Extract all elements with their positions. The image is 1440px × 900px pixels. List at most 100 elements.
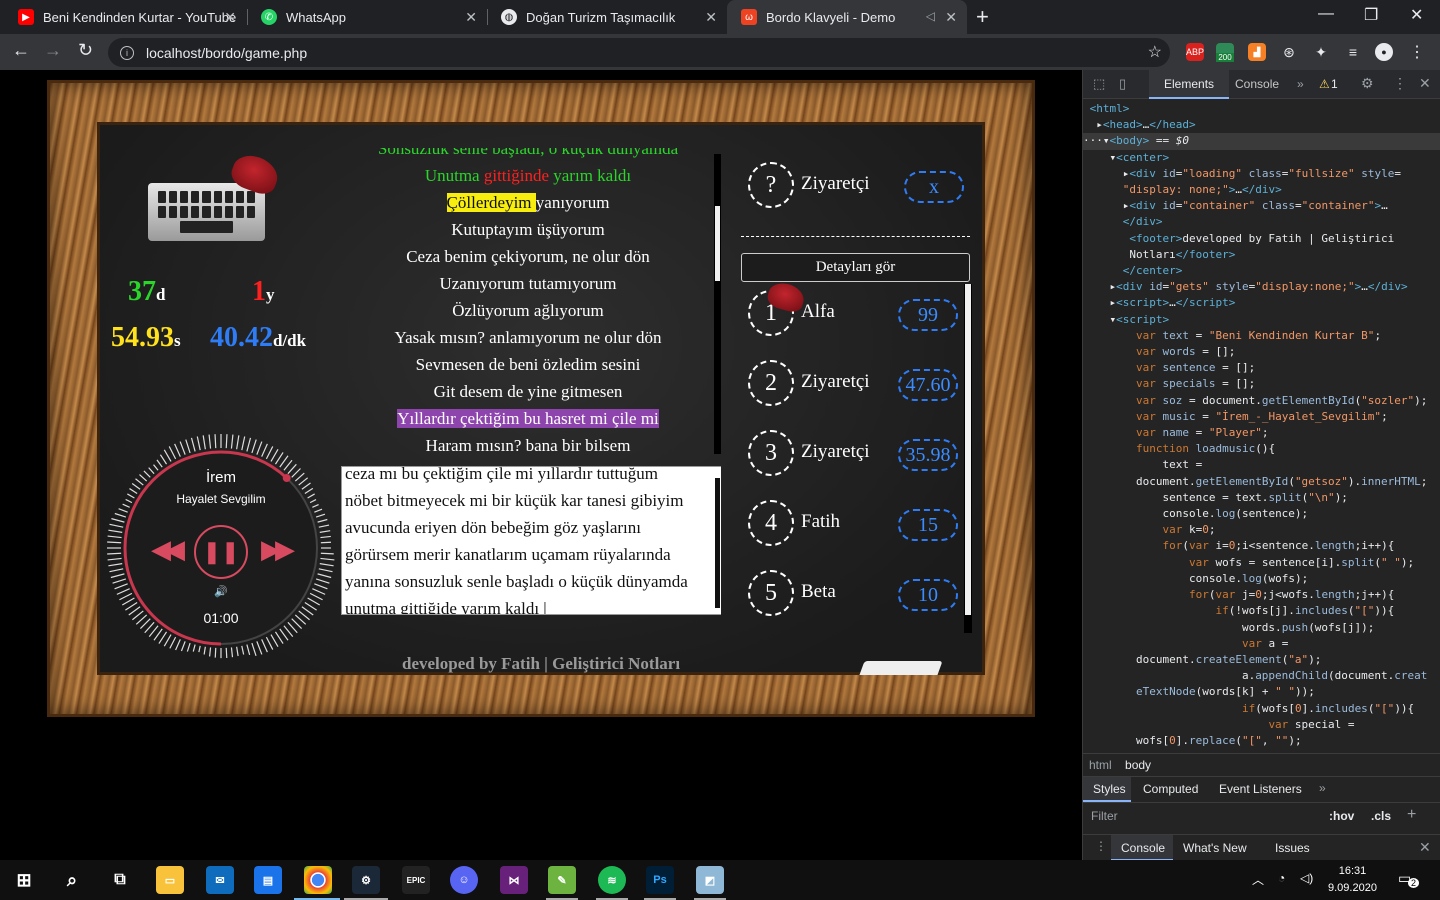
site-info-icon[interactable]: i bbox=[120, 45, 134, 60]
drawer-tab-whats-new[interactable]: What's New bbox=[1183, 841, 1247, 855]
mail-icon[interactable]: ✉ bbox=[206, 866, 234, 894]
tab-computed[interactable]: Computed bbox=[1143, 782, 1198, 796]
drawer-tab-issues[interactable]: Issues bbox=[1275, 841, 1310, 855]
system-clock[interactable]: 16:31 9.09.2020 bbox=[1328, 863, 1377, 897]
photoshop-icon[interactable]: Ps bbox=[646, 866, 674, 894]
notifications-icon[interactable]: ▭ 2 bbox=[1398, 870, 1420, 888]
epic-games-icon[interactable]: EPIC bbox=[402, 866, 430, 894]
tab-whatsapp[interactable]: ✆ WhatsApp ✕ bbox=[247, 0, 487, 34]
spotify-icon[interactable]: ≋ bbox=[598, 866, 626, 894]
inspect-element-icon[interactable]: ⬚ bbox=[1093, 76, 1105, 92]
lyric-line-active: Çöllerdeyim yanıyorum bbox=[446, 193, 610, 212]
lyrics-scroll-thumb[interactable] bbox=[715, 206, 720, 281]
app-window-icon[interactable]: ◩ bbox=[696, 866, 724, 894]
visual-studio-icon[interactable]: ⋈ bbox=[500, 866, 528, 894]
tab-styles[interactable]: Styles bbox=[1093, 782, 1126, 796]
tab-title: Bordo Klavyeli - Demo bbox=[766, 9, 896, 25]
devtools-menu-icon[interactable]: ⋮ bbox=[1393, 75, 1407, 92]
chrome-icon[interactable] bbox=[304, 866, 332, 894]
leaderboard-row: 4 Fatih 15 bbox=[748, 500, 968, 548]
browser-toolbar: ← → ↻ i localhost/bordo/game.php ☆ ABP 2… bbox=[0, 34, 1440, 70]
tab-youtube[interactable]: ▶ Beni Kendinden Kurtar - YouTube ✕ bbox=[4, 0, 246, 34]
address-bar[interactable]: i localhost/bordo/game.php ☆ bbox=[108, 38, 1170, 67]
clock-date: 9.09.2020 bbox=[1328, 882, 1377, 894]
reload-icon[interactable]: ↻ bbox=[78, 40, 93, 61]
windows-start-icon[interactable]: ⊞ bbox=[10, 866, 38, 894]
add-style-icon[interactable]: + bbox=[1407, 806, 1416, 824]
devtools-toolbar: ⬚ ▯ Elements Console » ⚠ 1 ⚙ ⋮ ✕ bbox=[1083, 70, 1440, 99]
close-icon[interactable]: ✕ bbox=[945, 9, 957, 26]
fast-forward-icon[interactable]: ▶▶ bbox=[261, 534, 295, 565]
close-icon[interactable]: ✕ bbox=[465, 9, 477, 26]
dom-tree[interactable]: <html> ▸<head>…</head> ···▾<body> == $0 … bbox=[1083, 99, 1440, 751]
typing-scroll-thumb[interactable] bbox=[715, 478, 720, 608]
steam-icon[interactable]: ⚙ bbox=[352, 866, 380, 894]
analytics-extension-icon[interactable]: ▟ bbox=[1248, 43, 1266, 61]
devtools-close-icon[interactable]: ✕ bbox=[1419, 75, 1431, 92]
whatsapp-icon: ✆ bbox=[261, 9, 277, 25]
drawer-menu-icon[interactable]: ⋮ bbox=[1095, 839, 1107, 853]
back-icon[interactable]: ← bbox=[12, 40, 30, 61]
details-button[interactable]: Detayları gör bbox=[741, 253, 970, 282]
file-explorer-icon[interactable]: ▭ bbox=[156, 866, 184, 894]
browser-menu-icon[interactable]: ⋮ bbox=[1408, 43, 1426, 61]
volume-tray-icon[interactable]: ◁) bbox=[1300, 871, 1313, 885]
elapsed-time: 54.93s bbox=[111, 322, 181, 353]
bookmark-star-icon[interactable]: ☆ bbox=[1148, 42, 1162, 62]
player-score: 15 bbox=[898, 509, 958, 541]
restore-icon[interactable]: ❐ bbox=[1364, 5, 1378, 25]
typing-textarea[interactable]: ceza mı bu çektiğim çile mi yıllardır tu… bbox=[341, 466, 721, 615]
lyric-line: Yasak mısın? anlamıyorum ne olur dön bbox=[394, 328, 662, 347]
breadcrumb-html[interactable]: html bbox=[1089, 758, 1112, 772]
rewind-icon[interactable]: ◀◀ bbox=[151, 534, 185, 565]
window-close-icon[interactable]: ✕ bbox=[1410, 5, 1423, 25]
dom-breadcrumb: html body bbox=[1083, 753, 1440, 775]
globe-icon: ◍ bbox=[501, 9, 517, 25]
new-tab-button[interactable]: + bbox=[976, 4, 989, 30]
styles-filter[interactable]: Filter :hov .cls + bbox=[1083, 802, 1440, 828]
page-footer[interactable]: developed by Fatih | Geliştirici Notları bbox=[402, 654, 680, 674]
store-icon[interactable]: ▤ bbox=[254, 866, 282, 894]
extension-badge-icon[interactable]: 200 bbox=[1216, 43, 1234, 62]
devtools-tab-elements[interactable]: Elements bbox=[1164, 77, 1214, 91]
wifi-icon[interactable]: ◔ bbox=[1278, 871, 1285, 885]
windows-taskbar: ⊞ ⌕ ⧉ ▭ ✉ ▤ ⚙ EPIC ☺ ⋈ ✎ ≋ Ps ◩ ︿ ◔ ◁) 1… bbox=[0, 860, 1440, 900]
lyrics-scrollbar[interactable] bbox=[714, 154, 721, 454]
tray-chevron-icon[interactable]: ︿ bbox=[1252, 871, 1264, 888]
tab-title: Beni Kendinden Kurtar - YouTube bbox=[43, 9, 237, 25]
lyric-line: Özlüyorum ağlıyorum bbox=[452, 301, 604, 320]
hov-toggle[interactable]: :hov bbox=[1329, 809, 1354, 823]
drawer-tab-console[interactable]: Console bbox=[1121, 841, 1165, 855]
devtools-tab-console[interactable]: Console bbox=[1235, 77, 1279, 91]
keyboard-logo bbox=[148, 183, 265, 241]
breadcrumb-body[interactable]: body bbox=[1125, 758, 1151, 772]
cls-toggle[interactable]: .cls bbox=[1371, 809, 1391, 823]
adblock-icon[interactable]: ABP bbox=[1186, 43, 1204, 61]
lyric-line: Unutma gittiğinde yarım kaldı bbox=[424, 166, 632, 185]
profile-avatar[interactable]: ● bbox=[1375, 43, 1393, 61]
drawer-close-icon[interactable]: ✕ bbox=[1419, 839, 1431, 856]
forward-icon[interactable]: → bbox=[44, 40, 62, 61]
leaderboard-scroll-thumb[interactable] bbox=[965, 284, 971, 615]
device-toolbar-icon[interactable]: ▯ bbox=[1119, 76, 1126, 92]
extensions-puzzle-icon[interactable]: ✦ bbox=[1312, 43, 1330, 61]
media-control-icon[interactable]: ≡ bbox=[1344, 43, 1362, 61]
minimize-icon[interactable]: — bbox=[1318, 5, 1334, 23]
notepad-plus-icon[interactable]: ✎ bbox=[548, 866, 576, 894]
tab-dogan-turizm[interactable]: ◍ Doğan Turizm Taşımacılık ✕ bbox=[487, 0, 727, 34]
discord-icon[interactable]: ☺ bbox=[450, 866, 478, 894]
volume-icon[interactable]: 🔊 bbox=[105, 585, 337, 598]
warning-icon[interactable]: ⚠ bbox=[1319, 77, 1330, 91]
mute-icon[interactable]: ◁ bbox=[926, 9, 935, 23]
more-tabs-icon[interactable]: » bbox=[1319, 781, 1326, 795]
task-view-icon[interactable]: ⧉ bbox=[106, 866, 134, 894]
close-icon[interactable]: ✕ bbox=[224, 9, 236, 26]
settings-gear-icon[interactable]: ⚙ bbox=[1361, 75, 1374, 92]
pause-button[interactable]: ❚❚ bbox=[194, 525, 248, 579]
search-icon[interactable]: ⌕ bbox=[58, 866, 86, 894]
tab-event-listeners[interactable]: Event Listeners bbox=[1219, 782, 1302, 796]
tab-bordo-klavyeli[interactable]: ω Bordo Klavyeli - Demo ◁ ✕ bbox=[727, 0, 967, 34]
close-icon[interactable]: ✕ bbox=[705, 9, 717, 26]
vpn-extension-icon[interactable]: ⊛ bbox=[1280, 43, 1298, 61]
more-tabs-icon[interactable]: » bbox=[1297, 77, 1304, 91]
